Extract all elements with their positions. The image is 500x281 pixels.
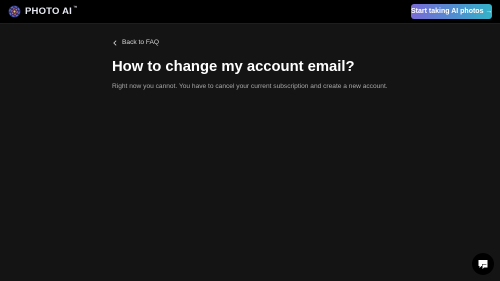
back-link-label: Back to FAQ	[122, 39, 160, 46]
back-to-faq-link[interactable]: Back to FAQ	[112, 38, 159, 48]
chevron-left-icon	[113, 40, 117, 46]
logo[interactable]: PHOTO AI ™	[8, 5, 78, 18]
chat-widget-button[interactable]	[472, 253, 494, 275]
start-taking-ai-photos-button[interactable]: Start taking AI photos →	[411, 4, 492, 19]
faq-answer-text: Right now you cannot. You have to cancel…	[112, 83, 388, 90]
photo-ai-logo-icon	[8, 5, 21, 18]
logo-trademark: ™	[73, 5, 78, 10]
top-bar: PHOTO AI ™ Start taking AI photos →	[0, 0, 500, 24]
logo-text: PHOTO AI	[25, 6, 72, 17]
page: PHOTO AI ™ Start taking AI photos → Back…	[0, 0, 500, 281]
chat-bubble-icon	[478, 260, 488, 269]
page-title: How to change my account email?	[112, 59, 355, 75]
